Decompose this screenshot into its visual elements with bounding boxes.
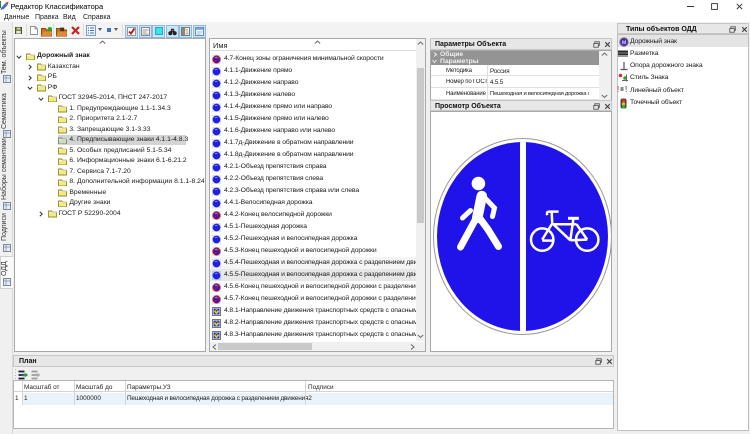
svg-text:!: ! — [617, 85, 619, 93]
svg-text:м: м — [621, 40, 625, 46]
svg-text:!: ! — [625, 85, 627, 93]
